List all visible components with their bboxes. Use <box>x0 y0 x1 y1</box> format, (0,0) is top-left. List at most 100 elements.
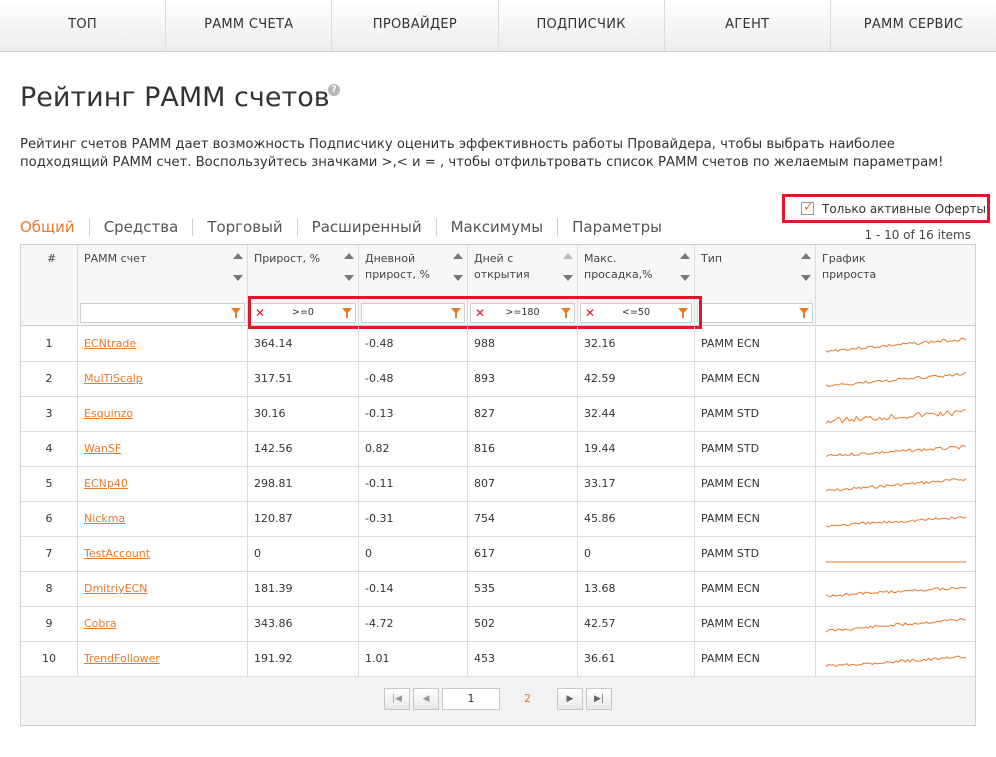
account-link[interactable]: WanSF <box>84 442 121 455</box>
tab-maximums[interactable]: Максимумы <box>435 218 558 236</box>
account-link[interactable]: TestAccount <box>84 547 150 560</box>
account-cell: ECNtrade <box>78 327 248 362</box>
sort-icon[interactable] <box>233 251 243 281</box>
growth-sparkline <box>816 362 975 397</box>
cell-value: 19.44 <box>578 432 695 467</box>
tab-funds[interactable]: Средства <box>88 218 193 236</box>
cell-value: -4.72 <box>359 607 468 642</box>
account-link[interactable]: ECNtrade <box>84 337 136 350</box>
row-index: 1 <box>21 327 78 362</box>
tab-parameters[interactable]: Параметры <box>557 218 676 236</box>
cell-value: PAMM ECN <box>695 642 816 677</box>
cell-value: 343.86 <box>248 607 359 642</box>
table-row[interactable]: 6 Nickma 120.87 -0.31 754 45.86 PAMM ECN <box>21 502 975 537</box>
filter-icon[interactable] <box>799 308 809 318</box>
help-icon[interactable]: ? <box>328 84 340 96</box>
table-row[interactable]: 3 Esquinzo 30.16 -0.13 827 32.44 PAMM STD <box>21 397 975 432</box>
sort-icon[interactable] <box>680 251 690 281</box>
row-index: 3 <box>21 397 78 432</box>
cell-value: 30.16 <box>248 397 359 432</box>
last-page-button[interactable]: ▶| <box>586 688 612 710</box>
cell-value: 0 <box>248 537 359 572</box>
active-offers-label: Только активные Оферты <box>822 201 986 216</box>
nav-pamm-accounts[interactable]: РАММ СЧЕТА <box>166 0 333 51</box>
nav-pamm-service[interactable]: РАММ СЕРВИС <box>831 0 996 51</box>
row-index: 8 <box>21 572 78 607</box>
table-row[interactable]: 10 TrendFollower 191.92 1.01 453 36.61 PAMM EC… <box>21 642 975 677</box>
table-row[interactable]: 9 Cobra 343.86 -4.72 502 42.57 PAMM ECN <box>21 607 975 642</box>
sort-icon[interactable] <box>563 251 573 281</box>
cell-value: 181.39 <box>248 572 359 607</box>
tab-trading[interactable]: Торговый <box>192 218 296 236</box>
cell-value: 33.17 <box>578 467 695 502</box>
account-cell: Nickma <box>78 502 248 537</box>
growth-sparkline <box>816 432 975 467</box>
filter-account[interactable] <box>80 303 245 323</box>
row-index: 9 <box>21 607 78 642</box>
growth-sparkline <box>816 502 975 537</box>
prev-page-button[interactable]: ◀ <box>413 688 439 710</box>
account-link[interactable]: ECNp40 <box>84 477 128 490</box>
growth-sparkline <box>816 572 975 607</box>
row-index: 6 <box>21 502 78 537</box>
cell-value: 988 <box>468 327 578 362</box>
nav-subscriber[interactable]: ПОДПИСЧИК <box>499 0 665 51</box>
account-link[interactable]: MulTiScalp <box>84 372 143 385</box>
row-index: 5 <box>21 467 78 502</box>
filter-type[interactable] <box>697 303 813 323</box>
cell-value: 816 <box>468 432 578 467</box>
account-link[interactable]: Esquinzo <box>84 407 133 420</box>
cell-value: 502 <box>468 607 578 642</box>
cell-value: PAMM STD <box>695 537 816 572</box>
sort-icon[interactable] <box>344 251 354 281</box>
cell-value: 42.57 <box>578 607 695 642</box>
page-description: Рейтинг счетов РАММ дает возможность Под… <box>20 137 944 170</box>
page-input[interactable]: 1 <box>442 688 500 710</box>
nav-agent[interactable]: АГЕНТ <box>665 0 831 51</box>
nav-top[interactable]: ТОП <box>0 0 167 51</box>
cell-value: -0.11 <box>359 467 468 502</box>
table-row[interactable]: 4 WanSF 142.56 0.82 816 19.44 PAMM STD <box>21 432 975 467</box>
tab-extended[interactable]: Расширенный <box>296 218 436 236</box>
table-row[interactable]: 7 TestAccount 0 0 617 0 PAMM STD <box>21 537 975 572</box>
table-row[interactable]: 2 MulTiScalp 317.51 -0.48 893 42.59 PAMM ECN <box>21 362 975 397</box>
next-page-button[interactable]: ▶ <box>557 688 583 710</box>
tab-general[interactable]: Общий <box>20 218 89 236</box>
account-link[interactable]: Cobra <box>84 617 117 630</box>
table-row[interactable]: 5 ECNp40 298.81 -0.11 807 33.17 PAMM ECN <box>21 467 975 502</box>
cell-value: PAMM ECN <box>695 572 816 607</box>
active-offers-filter[interactable]: Только активные Оферты <box>782 194 990 223</box>
account-link[interactable]: TrendFollower <box>84 652 160 665</box>
filter-icon[interactable] <box>231 308 241 318</box>
cell-value: 754 <box>468 502 578 537</box>
account-cell: ECNp40 <box>78 467 248 502</box>
cell-value: 0 <box>359 537 468 572</box>
cell-value: 36.61 <box>578 642 695 677</box>
account-cell: DmitriyECN <box>78 572 248 607</box>
account-link[interactable]: Nickma <box>84 512 125 525</box>
cell-value: 453 <box>468 642 578 677</box>
col-header-type[interactable]: Тип <box>695 245 816 326</box>
cell-value: 298.81 <box>248 467 359 502</box>
growth-sparkline <box>816 327 975 362</box>
growth-sparkline <box>816 397 975 432</box>
account-cell: WanSF <box>78 432 248 467</box>
account-cell: MulTiScalp <box>78 362 248 397</box>
table-row[interactable]: 1 ECNtrade 364.14 -0.48 988 32.16 PAMM ECN <box>21 327 975 362</box>
row-index: 7 <box>21 537 78 572</box>
cell-value: 45.86 <box>578 502 695 537</box>
sort-icon[interactable] <box>453 251 463 281</box>
row-index: 10 <box>21 642 78 677</box>
nav-provider[interactable]: ПРОВАЙДЕР <box>332 0 499 51</box>
page-2-link[interactable]: 2 <box>524 692 531 705</box>
active-offers-checkbox[interactable] <box>801 200 814 215</box>
account-cell: TestAccount <box>78 537 248 572</box>
account-cell: Esquinzo <box>78 397 248 432</box>
cell-value: 32.44 <box>578 397 695 432</box>
col-header-account[interactable]: РАММ счет <box>78 245 248 326</box>
table-row[interactable]: 8 DmitriyECN 181.39 -0.14 535 13.68 PAMM ECN <box>21 572 975 607</box>
first-page-button[interactable]: |◀ <box>384 688 410 710</box>
account-link[interactable]: DmitriyECN <box>84 582 148 595</box>
sort-icon[interactable] <box>801 251 811 281</box>
cell-value: -0.48 <box>359 362 468 397</box>
